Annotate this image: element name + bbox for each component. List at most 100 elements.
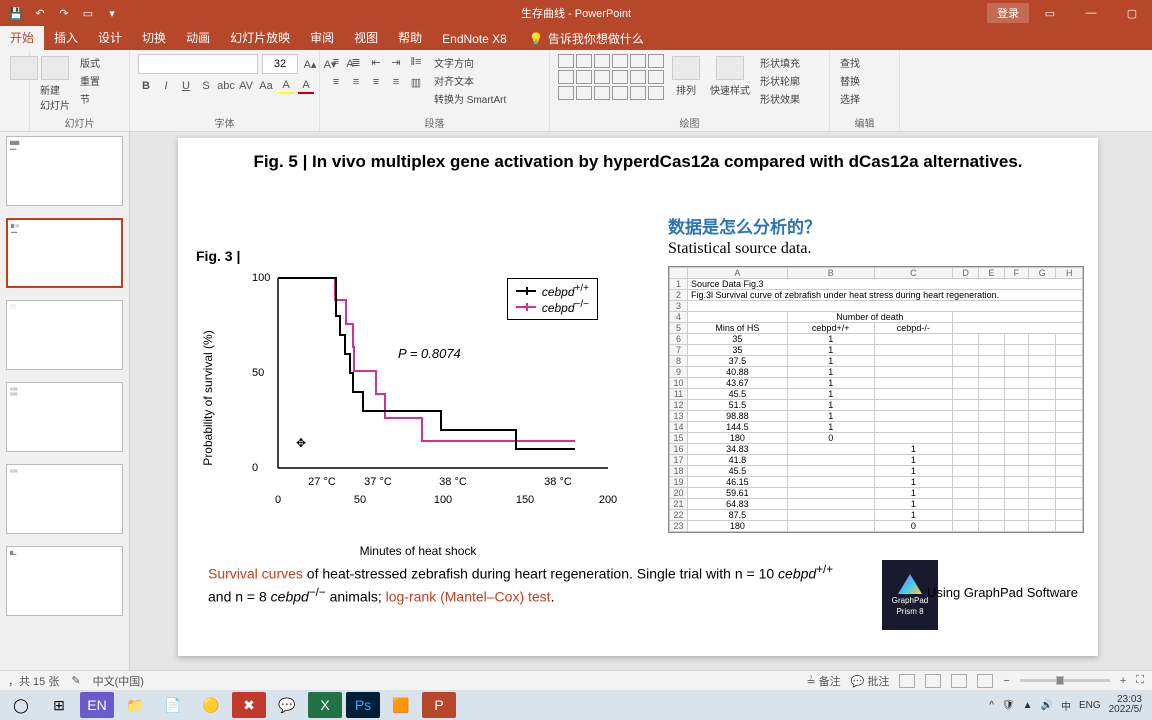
maximize-icon[interactable]: ▢ (1112, 0, 1152, 26)
align-left-icon[interactable]: ≡ (328, 74, 344, 90)
columns-icon[interactable]: ▥ (408, 74, 424, 90)
photoshop-icon[interactable]: Ps (346, 692, 380, 718)
excel-icon[interactable]: X (308, 692, 342, 718)
slide-editor[interactable]: Fig. 5 | In vivo multiplex gene activati… (130, 132, 1152, 670)
tab-transitions[interactable]: 切换 (132, 25, 176, 50)
font-size-input[interactable] (262, 54, 298, 74)
tray-expand-icon[interactable]: ^ (989, 700, 994, 711)
tab-slideshow[interactable]: 幻灯片放映 (220, 25, 300, 50)
line-spacing-icon[interactable]: ‖≡ (408, 54, 424, 70)
sorter-view-icon[interactable] (925, 674, 941, 688)
taskbar-app-1[interactable]: EN (80, 692, 114, 718)
tab-review[interactable]: 审阅 (300, 25, 344, 50)
tab-design[interactable]: 设计 (88, 25, 132, 50)
slide-thumbnails[interactable]: ▇▇▇▂▂ ▇ ▤▂▂ ░░ ▤▤▤▤ ▤▤ ▇▂ (0, 132, 130, 670)
thumbnail-1[interactable]: ▇▇▇▂▂ (6, 136, 123, 206)
highlight-icon[interactable]: A (278, 78, 294, 94)
start-button[interactable]: ◯ (4, 692, 38, 718)
justify-icon[interactable]: ≡ (388, 74, 404, 90)
bold-icon[interactable]: B (138, 78, 154, 94)
increase-font-icon[interactable]: A▴ (302, 56, 318, 72)
shape-outline-button[interactable]: 形状轮廓 (758, 72, 802, 89)
tray-network-icon[interactable]: ▲ (1023, 700, 1033, 711)
thumbnail-3[interactable]: ░░ (6, 300, 123, 370)
qat-more-icon[interactable]: ▾ (104, 5, 120, 21)
section-button[interactable]: 节 (78, 90, 102, 107)
case-icon[interactable]: Aa (258, 78, 274, 94)
spellcheck-icon[interactable]: ✎ (71, 674, 80, 687)
shapes-gallery[interactable] (558, 54, 664, 100)
new-slide-button[interactable]: 新建 幻灯片 (38, 54, 72, 114)
reading-view-icon[interactable] (951, 674, 967, 688)
font-name-input[interactable] (138, 54, 258, 74)
align-right-icon[interactable]: ≡ (368, 74, 384, 90)
align-text-button[interactable]: 对齐文本 (432, 72, 508, 89)
tab-help[interactable]: 帮助 (388, 25, 432, 50)
decrease-indent-icon[interactable]: ⇤ (368, 54, 384, 70)
app-orange-icon[interactable]: 🟧 (384, 692, 418, 718)
content-area: ▇▇▇▂▂ ▇ ▤▂▂ ░░ ▤▤▤▤ ▤▤ ▇▂ Fig. 5 | In vi… (0, 132, 1152, 670)
undo-icon[interactable]: ↶ (32, 5, 48, 21)
tab-endnote[interactable]: EndNote X8 (432, 28, 517, 50)
fit-window-icon[interactable]: ⛶ (1136, 674, 1144, 687)
italic-icon[interactable]: I (158, 78, 174, 94)
thumbnail-4[interactable]: ▤▤▤▤ (6, 382, 123, 452)
login-button[interactable]: 登录 (987, 3, 1029, 23)
replace-button[interactable]: 替换 (838, 72, 862, 89)
wechat-icon[interactable]: 💬 (270, 692, 304, 718)
thumbnail-5[interactable]: ▤▤ (6, 464, 123, 534)
tab-insert[interactable]: 插入 (44, 25, 88, 50)
chrome-icon[interactable]: 🟡 (194, 692, 228, 718)
reset-button[interactable]: 重置 (78, 72, 102, 89)
comments-button[interactable]: 💬 批注 (851, 673, 890, 689)
bullets-icon[interactable]: ≡ (328, 54, 344, 70)
align-center-icon[interactable]: ≡ (348, 74, 364, 90)
notes-button[interactable]: ≟ 备注 (806, 673, 840, 689)
ime-indicator[interactable]: 中 (1061, 698, 1071, 713)
shadow-icon[interactable]: abc (218, 78, 234, 94)
title-bar: 💾 ↶ ↷ ▭ ▾ 生存曲线 - PowerPoint 登录 ▭ — ▢ (0, 0, 1152, 26)
thumbnail-2[interactable]: ▇ ▤▂▂ (6, 218, 123, 288)
zoom-in-icon[interactable]: + (1120, 675, 1126, 687)
smartart-button[interactable]: 转换为 SmartArt (432, 90, 508, 107)
minimize-icon[interactable]: — (1071, 0, 1111, 26)
task-view-icon[interactable]: ⊞ (42, 692, 76, 718)
tell-me-search[interactable]: 💡 告诉我你想做什么 (521, 27, 652, 50)
powerpoint-icon[interactable]: P (422, 692, 456, 718)
app-red-icon[interactable]: ✖ (232, 692, 266, 718)
ribbon-display-icon[interactable]: ▭ (1030, 0, 1070, 26)
redo-icon[interactable]: ↷ (56, 5, 72, 21)
underline-icon[interactable]: U (178, 78, 194, 94)
slideshow-view-icon[interactable] (977, 674, 993, 688)
file-explorer-icon[interactable]: 📁 (118, 692, 152, 718)
system-clock[interactable]: 23:032022/5/ (1109, 695, 1142, 715)
slide-canvas[interactable]: Fig. 5 | In vivo multiplex gene activati… (178, 138, 1098, 656)
quick-styles-button[interactable]: 快速样式 (708, 54, 752, 99)
zoom-slider[interactable] (1020, 679, 1110, 682)
increase-indent-icon[interactable]: ⇥ (388, 54, 404, 70)
find-button[interactable]: 查找 (838, 54, 862, 71)
thumbnail-6[interactable]: ▇▂ (6, 546, 123, 616)
numbering-icon[interactable]: ≣ (348, 54, 364, 70)
pdf-app-icon[interactable]: 📄 (156, 692, 190, 718)
text-direction-button[interactable]: 文字方向 (432, 54, 508, 71)
tab-home[interactable]: 开始 (0, 25, 44, 50)
normal-view-icon[interactable] (899, 674, 915, 688)
tab-animations[interactable]: 动画 (176, 25, 220, 50)
strike-icon[interactable]: S (198, 78, 214, 94)
zoom-out-icon[interactable]: − (1003, 675, 1009, 687)
font-color-icon[interactable]: A (298, 78, 314, 94)
spacing-icon[interactable]: AV (238, 78, 254, 94)
lang-indicator[interactable]: ENG (1079, 700, 1101, 711)
save-icon[interactable]: 💾 (8, 5, 24, 21)
select-button[interactable]: 选择 (838, 90, 862, 107)
start-slideshow-icon[interactable]: ▭ (80, 5, 96, 21)
tray-volume-icon[interactable]: 🔊 (1041, 700, 1053, 711)
language-status[interactable]: 中文(中国) (93, 673, 144, 689)
arrange-button[interactable]: 排列 (670, 54, 702, 99)
shape-fill-button[interactable]: 形状填充 (758, 54, 802, 71)
tray-shield-icon[interactable]: 🛡 (1002, 700, 1015, 711)
layout-button[interactable]: 版式 (78, 54, 102, 71)
shape-effects-button[interactable]: 形状效果 (758, 90, 802, 107)
tab-view[interactable]: 视图 (344, 25, 388, 50)
